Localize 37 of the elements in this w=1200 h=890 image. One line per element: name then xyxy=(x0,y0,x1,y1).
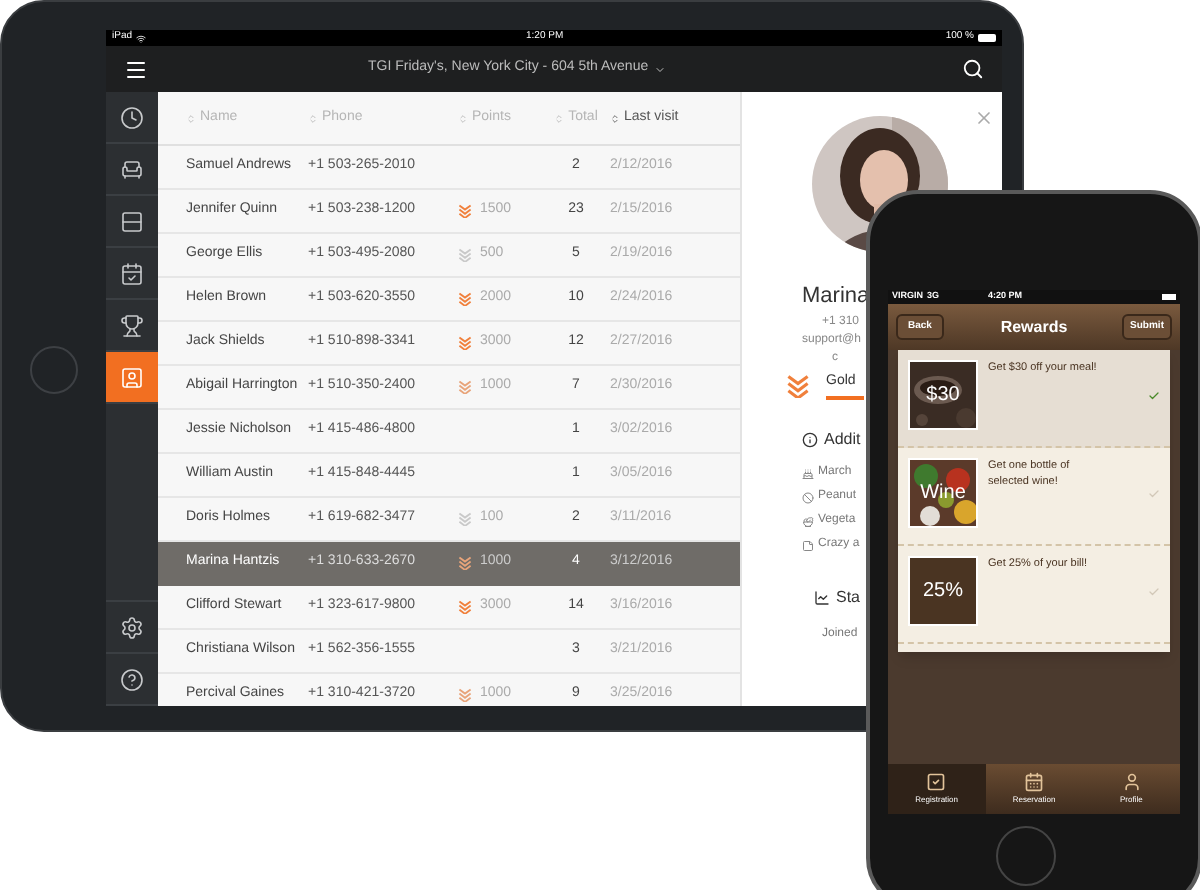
prohibited-icon xyxy=(802,491,814,503)
tile-text: 25% xyxy=(922,578,963,606)
trophy-icon xyxy=(120,313,144,337)
chevron-icon xyxy=(786,373,810,398)
screen-title: Rewards xyxy=(1000,315,1068,339)
person-icon xyxy=(1121,772,1142,792)
tile-text: $30 xyxy=(926,382,960,410)
check-icon xyxy=(1148,586,1160,598)
battery-icon xyxy=(978,34,996,42)
sidebar-item[interactable] xyxy=(106,352,158,404)
section-title: Sta xyxy=(836,586,861,610)
calendar-icon xyxy=(1024,772,1044,792)
sort-icon xyxy=(186,113,196,123)
help-icon xyxy=(120,667,144,691)
caret-icon xyxy=(654,63,667,75)
chart-icon xyxy=(814,590,830,606)
note-icon xyxy=(802,539,814,551)
search-icon[interactable] xyxy=(962,58,984,80)
tile-text: Wine xyxy=(920,480,966,508)
layout-icon xyxy=(120,209,144,233)
sort-icon xyxy=(554,113,565,123)
wifi-icon xyxy=(136,33,147,43)
cake-icon xyxy=(802,467,814,479)
clock-icon xyxy=(120,105,144,129)
sort-icon xyxy=(610,113,620,123)
check-icon xyxy=(1148,390,1160,402)
sort-icon xyxy=(308,113,318,123)
check-icon xyxy=(1148,488,1160,500)
menu-icon[interactable] xyxy=(124,57,148,81)
sort-icon xyxy=(458,113,468,123)
checkbox-icon xyxy=(926,772,947,792)
info-icon xyxy=(802,432,818,448)
contact-card-icon xyxy=(120,365,144,389)
battery-icon xyxy=(1162,294,1176,300)
calendar-icon xyxy=(120,261,144,285)
settings-icon xyxy=(120,615,144,639)
section-title: Addit xyxy=(824,428,861,452)
